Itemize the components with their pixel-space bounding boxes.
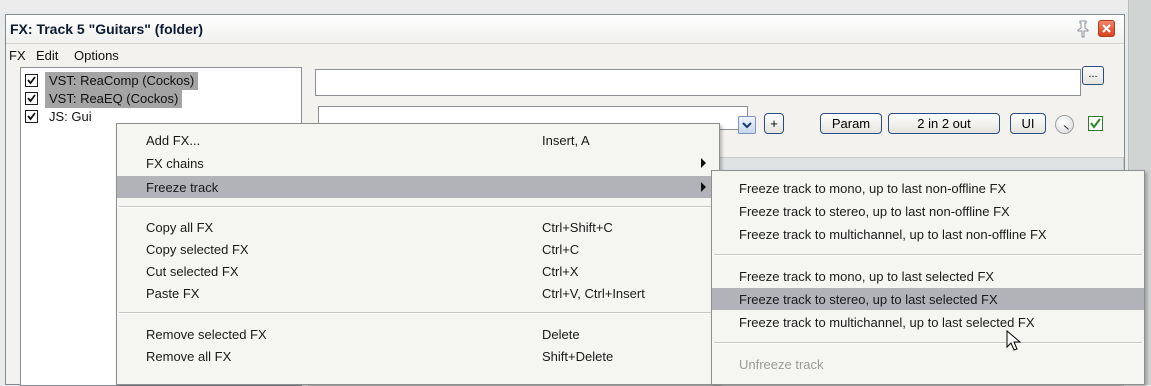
menu-item-remove-all-fx[interactable]: Remove all FX Shift+Delete: [117, 345, 719, 367]
menu-separator: [119, 312, 717, 314]
submenu-arrow-icon: [701, 182, 706, 192]
fx-name: VST: ReaEQ (Cockos): [45, 90, 183, 108]
submenu-item-freeze-stereo-selected[interactable]: Freeze track to stereo, up to last selec…: [712, 288, 1144, 310]
enable-checkbox[interactable]: [25, 92, 38, 105]
menu-item-label: Freeze track to multichannel, up to last…: [739, 315, 1035, 330]
menu-item-shortcut: Shift+Delete: [542, 349, 614, 364]
menu-item-paste-fx[interactable]: Paste FX Ctrl+V, Ctrl+Insert: [117, 282, 719, 304]
submenu-item-freeze-mono-selected[interactable]: Freeze track to mono, up to last selecte…: [712, 265, 1144, 287]
menu-item-label: Copy all FX: [146, 220, 214, 235]
menu-item-label: Freeze track to stereo, up to last selec…: [739, 292, 998, 307]
wet-knob[interactable]: [1055, 115, 1074, 134]
pin-icon[interactable]: [1075, 20, 1091, 38]
menu-item-label: Cut selected FX: [146, 264, 239, 279]
background-strip: [0, 0, 1151, 12]
menu-bar: FX Edit Options: [6, 45, 1124, 67]
param-button[interactable]: Param: [820, 113, 882, 134]
submenu-item-freeze-stereo-nonoffline[interactable]: Freeze track to stereo, up to last non-o…: [712, 200, 1144, 222]
menu-item-label: Unfreeze track: [739, 357, 824, 372]
menu-separator: [714, 254, 1142, 256]
fx-name: JS: Gui: [49, 109, 92, 124]
fx-name-field[interactable]: [315, 69, 1081, 96]
menu-item-remove-selected-fx[interactable]: Remove selected FX Delete: [117, 323, 719, 345]
io-routing-button[interactable]: 2 in 2 out: [888, 113, 1000, 134]
fx-context-menu: Add FX... Insert, A FX chains Freeze tra…: [116, 123, 720, 385]
submenu-item-freeze-multichannel-selected[interactable]: Freeze track to multichannel, up to last…: [712, 311, 1144, 333]
menu-item-shortcut: Ctrl+C: [542, 242, 580, 257]
menu-item-label: FX chains: [146, 156, 204, 171]
freeze-track-submenu: Freeze track to mono, up to last non-off…: [711, 170, 1145, 385]
menu-edit[interactable]: Edit: [36, 48, 58, 63]
menu-item-label: Freeze track to multichannel, up to last…: [739, 227, 1047, 242]
menu-fx[interactable]: FX: [9, 48, 26, 63]
menu-item-label: Freeze track to mono, up to last selecte…: [739, 269, 995, 284]
submenu-item-unfreeze-track: Unfreeze track: [712, 353, 1144, 375]
menu-item-label: Freeze track to stereo, up to last non-o…: [739, 204, 1010, 219]
menu-separator: [119, 206, 717, 208]
menu-item-shortcut: Insert, A: [542, 133, 590, 148]
menu-item-cut-selected-fx[interactable]: Cut selected FX Ctrl+X: [117, 260, 719, 282]
menu-item-shortcut: Ctrl+Shift+C: [542, 220, 613, 235]
menu-item-copy-all-fx[interactable]: Copy all FX Ctrl+Shift+C: [117, 216, 719, 238]
menu-item-label: Remove all FX: [146, 349, 232, 364]
menu-item-freeze-track[interactable]: Freeze track: [117, 176, 719, 198]
menu-item-label: Add FX...: [146, 133, 201, 148]
menu-item-label: Paste FX: [146, 286, 200, 301]
submenu-item-freeze-mono-nonoffline[interactable]: Freeze track to mono, up to last non-off…: [712, 177, 1144, 199]
menu-item-label: Copy selected FX: [146, 242, 249, 257]
menu-item-label: Freeze track to mono, up to last non-off…: [739, 181, 1007, 196]
menu-item-label: Freeze track: [146, 180, 219, 195]
close-icon[interactable]: [1098, 20, 1115, 37]
window-title: FX: Track 5 "Guitars" (folder): [10, 21, 203, 37]
submenu-item-freeze-multichannel-nonoffline[interactable]: Freeze track to multichannel, up to last…: [712, 223, 1144, 245]
browse-button[interactable]: ...: [1082, 66, 1104, 85]
menu-options[interactable]: Options: [74, 48, 119, 63]
menu-item-add-fx[interactable]: Add FX... Insert, A: [117, 129, 719, 151]
menu-item-shortcut: Ctrl+X: [542, 264, 579, 279]
mouse-cursor-icon: [1006, 330, 1022, 351]
ui-toggle-button[interactable]: UI: [1010, 113, 1046, 134]
add-preset-button[interactable]: +: [764, 113, 784, 134]
title-bar[interactable]: FX: Track 5 "Guitars" (folder): [6, 15, 1124, 44]
enable-checkbox[interactable]: [25, 74, 38, 87]
fx-name: VST: ReaComp (Cockos): [45, 72, 199, 90]
menu-item-fx-chains[interactable]: FX chains: [117, 152, 719, 174]
bypass-checkbox[interactable]: [1088, 116, 1103, 131]
menu-separator: [714, 342, 1142, 344]
menu-item-label: Remove selected FX: [146, 327, 267, 342]
menu-item-shortcut: Delete: [542, 327, 580, 342]
chevron-down-icon[interactable]: [738, 116, 756, 134]
menu-item-copy-selected-fx[interactable]: Copy selected FX Ctrl+C: [117, 238, 719, 260]
menu-item-shortcut: Ctrl+V, Ctrl+Insert: [542, 286, 645, 301]
submenu-arrow-icon: [701, 158, 706, 168]
enable-checkbox[interactable]: [25, 110, 38, 123]
